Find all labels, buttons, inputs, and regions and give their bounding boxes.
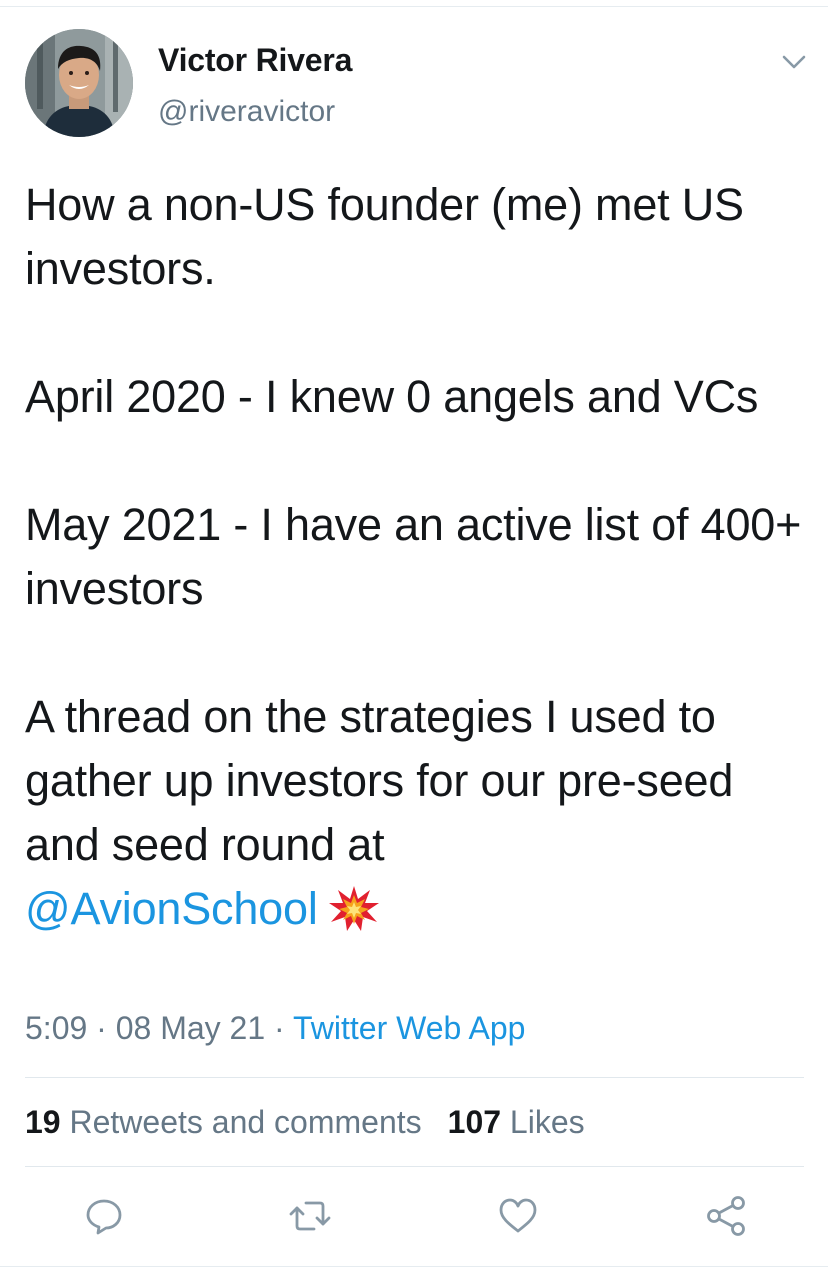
retweet-icon[interactable] bbox=[288, 1194, 332, 1238]
divider bbox=[25, 1166, 804, 1167]
chevron-down-icon[interactable] bbox=[780, 50, 808, 74]
mention-link[interactable]: @AvionSchool bbox=[25, 883, 318, 934]
tweet-meta: 5:09 · 08 May 21 · Twitter Web App bbox=[25, 1010, 525, 1047]
divider bbox=[25, 1077, 804, 1078]
tweet-paragraph-text: A thread on the strategies I used to gat… bbox=[25, 691, 734, 870]
author-display-name[interactable]: Victor Rivera bbox=[158, 42, 352, 79]
top-divider bbox=[0, 6, 828, 7]
author-handle[interactable]: @riveravictor bbox=[158, 95, 335, 129]
retweets-count: 19 bbox=[25, 1104, 61, 1140]
meta-separator: · bbox=[96, 1010, 107, 1046]
tweet-paragraph: How a non-US founder (me) met US investo… bbox=[25, 179, 744, 294]
likes-label: Likes bbox=[509, 1104, 585, 1140]
retweets-stat[interactable]: 19 Retweets and comments bbox=[25, 1104, 422, 1140]
tweet-stats: 19 Retweets and comments 107 Likes bbox=[25, 1104, 585, 1141]
avatar-photo bbox=[25, 29, 133, 137]
collision-emoji-icon bbox=[328, 884, 380, 949]
likes-stat[interactable]: 107 Likes bbox=[448, 1104, 585, 1140]
bottom-divider bbox=[0, 1266, 828, 1267]
reply-icon[interactable] bbox=[82, 1194, 126, 1238]
meta-separator: · bbox=[274, 1010, 285, 1046]
tweet-source-link[interactable]: Twitter Web App bbox=[293, 1010, 525, 1046]
tweet-time: 5:09 bbox=[25, 1010, 88, 1046]
share-icon[interactable] bbox=[704, 1194, 748, 1238]
like-icon[interactable] bbox=[496, 1194, 540, 1238]
tweet-text: How a non-US founder (me) met US investo… bbox=[25, 173, 815, 949]
tweet-date: 08 May 21 bbox=[115, 1010, 266, 1046]
avatar[interactable] bbox=[25, 29, 133, 137]
retweets-label: Retweets and comments bbox=[69, 1104, 422, 1140]
tweet-paragraph-last: A thread on the strategies I used to gat… bbox=[25, 685, 815, 949]
likes-count: 107 bbox=[447, 1104, 502, 1140]
tweet-paragraph: May 2021 - I have an active list of 400+… bbox=[25, 499, 802, 614]
tweet-paragraph: April 2020 - I knew 0 angels and VCs bbox=[25, 371, 759, 422]
